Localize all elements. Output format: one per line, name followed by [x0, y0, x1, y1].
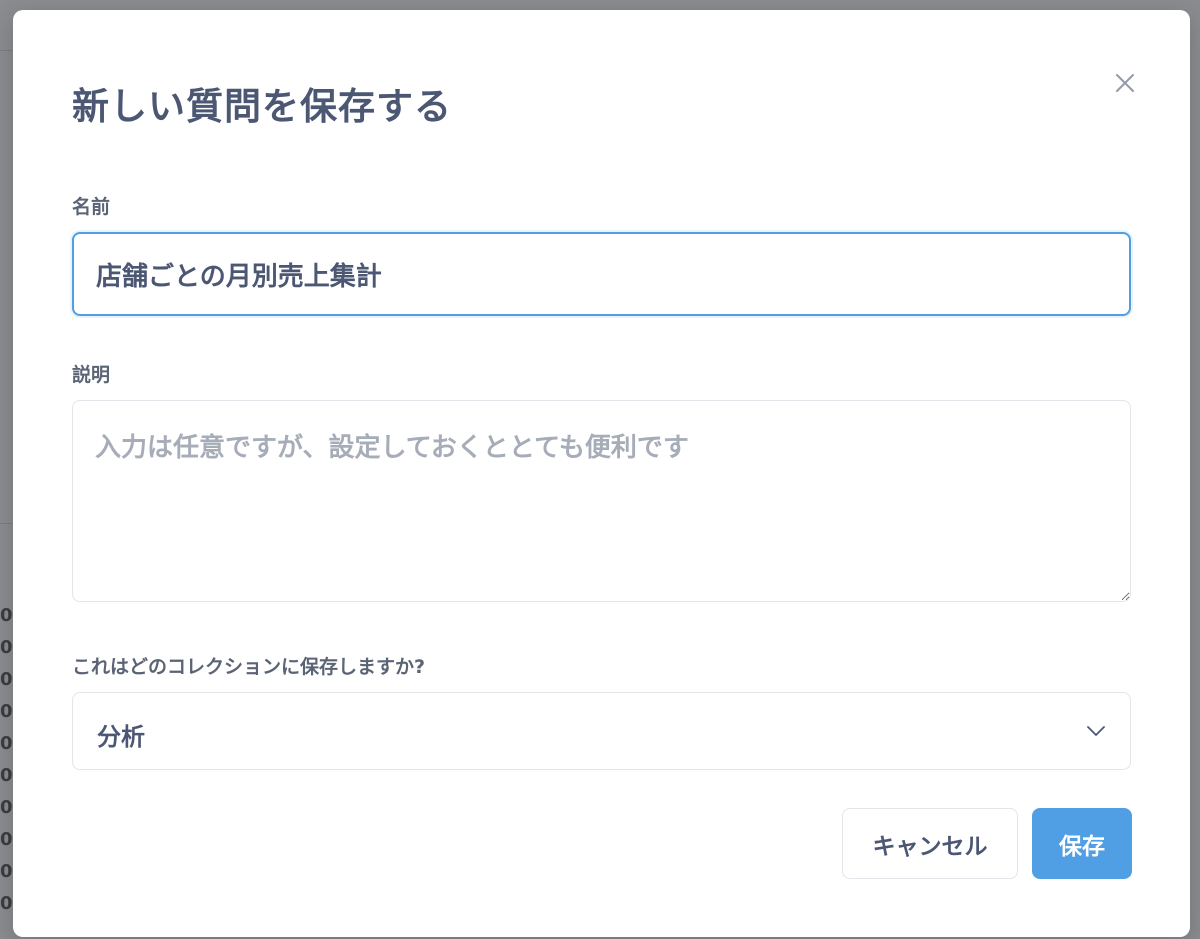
collection-label: これはどのコレクションに保存しますか? [72, 656, 426, 678]
save-button[interactable]: 保存 [1032, 808, 1132, 879]
save-question-modal: 新しい質問を保存する 名前 説明 これはどのコレクションに保存しますか? 分析 … [13, 10, 1190, 937]
name-input[interactable] [72, 232, 1131, 316]
close-icon [1116, 74, 1134, 92]
close-button[interactable] [1110, 68, 1140, 98]
description-label: 説明 [72, 364, 111, 386]
chevron-down-icon [1087, 726, 1105, 736]
description-textarea[interactable] [72, 400, 1131, 602]
name-label: 名前 [72, 196, 111, 218]
background-divider [0, 523, 12, 524]
background-divider [0, 50, 12, 51]
background-table-column: 0000000000 [0, 605, 13, 914]
cancel-button[interactable]: キャンセル [842, 808, 1018, 879]
collection-select[interactable]: 分析 [72, 692, 1131, 770]
modal-title: 新しい質問を保存する [72, 85, 452, 128]
collection-selected-value: 分析 [97, 723, 145, 751]
